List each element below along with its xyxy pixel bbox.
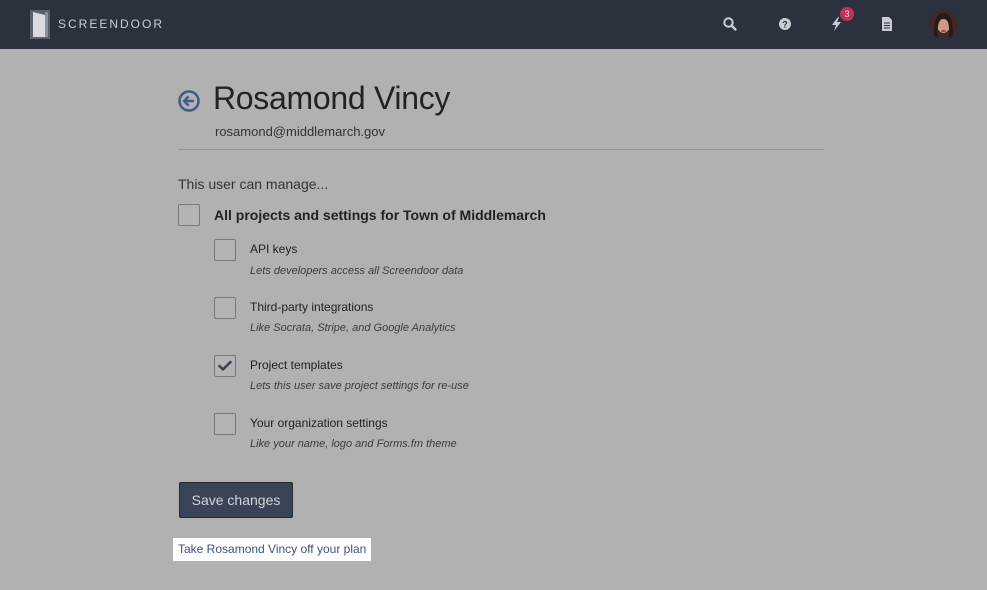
remove-user-link[interactable]: Take Rosamond Vincy off your plan: [173, 538, 372, 561]
user-avatar[interactable]: [929, 10, 958, 39]
api-keys-checkbox[interactable]: [214, 239, 236, 261]
integrations-description: Like Socrata, Stripe, and Google Analyti…: [250, 322, 456, 334]
user-email: rosamond@middlemarch.gov: [215, 124, 385, 139]
notification-badge: 3: [840, 7, 854, 21]
org-settings-title: Your organization settings: [250, 416, 388, 430]
api-keys-title: API keys: [250, 242, 298, 256]
project-templates-checkbox[interactable]: [214, 355, 236, 377]
screendoor-logo-icon[interactable]: [30, 10, 50, 39]
svg-text:?: ?: [782, 20, 788, 30]
org-settings-checkbox[interactable]: [214, 413, 236, 435]
all-permissions-label: All projects and settings for Town of Mi…: [214, 207, 546, 223]
integrations-checkbox[interactable]: [214, 297, 236, 319]
search-icon[interactable]: [722, 16, 738, 32]
project-templates-description: Lets this user save project settings for…: [250, 380, 469, 392]
permissions-intro: This user can manage...: [178, 176, 329, 192]
org-settings-description: Like your name, logo and Forms.fm theme: [250, 438, 457, 450]
help-icon[interactable]: ?: [777, 16, 793, 32]
checkmark-icon: [218, 360, 232, 371]
back-arrow-icon[interactable]: [178, 90, 200, 112]
divider: [178, 149, 824, 150]
integrations-title: Third-party integrations: [250, 300, 374, 314]
document-icon[interactable]: [879, 16, 895, 32]
all-permissions-checkbox[interactable]: [178, 204, 200, 226]
brand-name: SCREENDOOR: [58, 17, 165, 31]
api-keys-description: Lets developers access all Screendoor da…: [250, 265, 464, 277]
top-nav-bar: SCREENDOOR ? 3: [0, 0, 987, 49]
page-title: Rosamond Vincy: [213, 80, 451, 116]
project-templates-title: Project templates: [250, 358, 343, 372]
save-changes-button[interactable]: Save changes: [179, 482, 293, 518]
